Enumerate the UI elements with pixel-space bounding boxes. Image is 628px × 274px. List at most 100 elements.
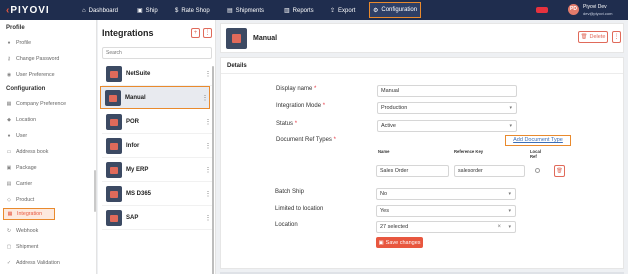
user-icon: ● xyxy=(7,40,11,46)
integration-logo-icon xyxy=(226,28,247,49)
more-options-icon[interactable]: ⋮ xyxy=(204,118,212,126)
nav-rate-shop[interactable]: $ Rate Shop xyxy=(175,4,210,17)
batch-ship-label: Batch Ship xyxy=(275,189,305,195)
integration-mode-select[interactable]: Production ▾ xyxy=(377,102,517,114)
integration-logo-icon xyxy=(106,66,122,82)
local-ref-radio[interactable] xyxy=(535,168,540,173)
list-item[interactable]: POR ⋮ xyxy=(102,111,212,134)
more-options-icon[interactable]: ⋮ xyxy=(201,94,209,102)
add-document-type-link[interactable]: Add Document Type xyxy=(505,135,571,146)
nav-dashboard[interactable]: ⌂ Dashboard xyxy=(82,4,118,17)
top-navigation-bar: ‹PIYOVI ⌂ Dashboard ▣ Ship $ Rate Shop ▤ Shi… xyxy=(0,0,628,20)
sidebar-item-company-preference[interactable]: ▦ Company Preference xyxy=(3,98,93,110)
sidebar-item-product[interactable]: ◇ Product xyxy=(3,194,93,206)
delete-row-button[interactable]: 🗑 xyxy=(554,165,565,177)
sidebar-item-package[interactable]: ▣ Package xyxy=(3,162,93,174)
package-icon: ▣ xyxy=(6,165,12,171)
limited-to-location-select[interactable]: Yes ▾ xyxy=(376,205,516,217)
detail-header: Manual 🗑 Delete ⋮ xyxy=(220,23,624,53)
status-select[interactable]: Active ▾ xyxy=(377,120,517,132)
sidebar-item-user-preference[interactable]: ◉ User Preference xyxy=(3,69,93,81)
sidebar-item-user[interactable]: ● User xyxy=(3,130,93,142)
save-changes-button[interactable]: ▣ Save changes xyxy=(376,237,423,248)
more-options-icon[interactable]: ⋮ xyxy=(204,70,212,78)
details-title: Details xyxy=(227,63,247,69)
integration-logo-icon xyxy=(106,162,122,178)
truck-icon: ▣ xyxy=(137,8,143,14)
chevron-down-icon: ▾ xyxy=(509,105,512,111)
location-multiselect[interactable]: 27 selected × ▾ xyxy=(376,221,516,233)
sidebar-item-change-password[interactable]: ⚷ Change Password xyxy=(3,53,93,65)
nav-configuration[interactable]: ⚙ Configuration xyxy=(369,2,422,18)
integrations-title: Integrations xyxy=(102,28,154,38)
more-options-icon[interactable]: ⋮ xyxy=(204,142,212,150)
add-integration-button[interactable]: + xyxy=(191,28,200,38)
detail-menu-button[interactable]: ⋮ xyxy=(612,31,621,43)
display-name-field[interactable]: Manual xyxy=(377,85,517,97)
sidebar-item-profile[interactable]: ● Profile xyxy=(3,37,93,49)
column-header-reference-key: Reference Key xyxy=(454,149,484,154)
chevron-down-icon: ▾ xyxy=(508,224,511,230)
list-item[interactable]: MS D365 ⋮ xyxy=(102,183,212,206)
sidebar-item-webhook[interactable]: ↻ Webhook xyxy=(3,225,93,237)
list-item[interactable]: My ERP ⋮ xyxy=(102,159,212,182)
document-ref-types-label: Document Ref Types * xyxy=(276,137,336,143)
save-icon: ▣ xyxy=(378,239,384,246)
column-header-name: Name xyxy=(378,149,390,154)
nav-ship[interactable]: ▣ Ship xyxy=(137,4,158,17)
nav-shipments[interactable]: ▤ Shipments xyxy=(227,4,264,17)
trash-icon: 🗑 xyxy=(580,34,588,40)
delete-button[interactable]: 🗑 Delete xyxy=(578,31,608,43)
more-options-icon[interactable]: ⋮ xyxy=(204,166,212,174)
sidebar-item-address-book[interactable]: ▭ Address book xyxy=(3,146,93,158)
limited-to-location-label: Limited to location xyxy=(275,206,324,212)
clear-icon[interactable]: × xyxy=(497,222,501,232)
location-label: Location xyxy=(275,222,298,228)
integration-logo-icon xyxy=(106,186,122,202)
search-input[interactable] xyxy=(102,47,212,59)
user-name[interactable]: Piyovi Dev xyxy=(583,4,607,10)
chevron-down-icon: ▾ xyxy=(508,208,511,214)
integration-mode-label: Integration Mode * xyxy=(276,103,326,109)
doc-type-name-field[interactable]: Sales Order xyxy=(376,165,449,177)
sidebar-scrollbar[interactable] xyxy=(94,170,96,212)
bar-chart-icon: ▥ xyxy=(284,8,290,14)
page-title: Manual xyxy=(253,35,278,42)
person-icon: ● xyxy=(7,133,11,139)
building-icon: ▦ xyxy=(6,101,12,107)
list-item[interactable]: Manual ⋮ xyxy=(100,86,210,109)
check-icon: ✓ xyxy=(6,260,12,266)
list-item[interactable]: Infor ⋮ xyxy=(102,135,212,158)
batch-ship-select[interactable]: No ▾ xyxy=(376,188,516,200)
more-options-icon[interactable]: ⋮ xyxy=(204,190,212,198)
export-icon: ⇪ xyxy=(330,8,336,14)
piyovi-logo[interactable]: ‹PIYOVI xyxy=(6,5,50,16)
divider xyxy=(221,73,623,74)
settings-sidebar: Profile ● Profile ⚷ Change Password ◉ User … xyxy=(0,20,97,274)
sidebar-section-profile: Profile xyxy=(6,25,25,31)
integrations-scrollbar[interactable] xyxy=(212,66,214,274)
notification-flag[interactable] xyxy=(536,7,548,13)
home-icon: ⌂ xyxy=(82,7,86,14)
sidebar-item-integration[interactable]: ▦ Integration xyxy=(3,208,55,220)
doc-type-key-field[interactable]: salesorder xyxy=(454,165,525,177)
nav-reports[interactable]: ▥ Reports xyxy=(284,4,314,17)
integrations-menu-button[interactable]: ⋮ xyxy=(203,28,212,38)
integration-logo-icon xyxy=(106,114,122,130)
gear-icon: ⚙ xyxy=(373,7,379,14)
tag-icon: ◇ xyxy=(7,197,11,203)
sidebar-item-location[interactable]: ◆ Location xyxy=(3,114,93,126)
integration-logo-icon xyxy=(106,210,122,226)
avatar[interactable]: PD xyxy=(568,4,579,15)
list-item[interactable]: NetSuite ⋮ xyxy=(102,63,212,86)
sidebar-item-address-validation[interactable]: ✓ Address Validation xyxy=(3,257,93,269)
sidebar-item-shipment[interactable]: ▢ Shipment xyxy=(3,241,93,253)
box-icon: ▤ xyxy=(227,8,233,14)
nav-export[interactable]: ⇪ Export xyxy=(330,4,355,17)
integration-icon: ▦ xyxy=(7,211,13,217)
list-item[interactable]: SAP ⋮ xyxy=(102,207,212,230)
webhook-icon: ↻ xyxy=(6,228,12,234)
sidebar-item-carrier[interactable]: ▤ Carrier xyxy=(3,178,93,190)
integration-logo-icon xyxy=(106,138,122,154)
more-options-icon[interactable]: ⋮ xyxy=(204,214,212,222)
